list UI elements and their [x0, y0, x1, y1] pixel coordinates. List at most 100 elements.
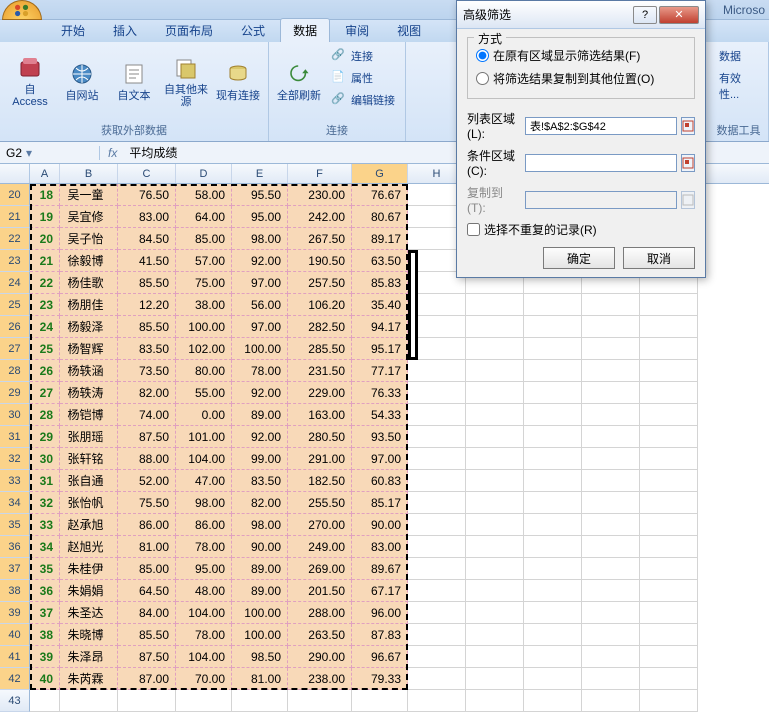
cell[interactable]: 32 [30, 492, 60, 514]
cell[interactable] [640, 360, 698, 382]
list-range-picker[interactable] [681, 117, 695, 135]
cell[interactable] [408, 514, 466, 536]
cell[interactable]: 86.00 [176, 514, 232, 536]
cell[interactable]: 朱娟娟 [60, 580, 118, 602]
cell[interactable] [466, 382, 524, 404]
cell[interactable] [582, 426, 640, 448]
row-header-41[interactable]: 41 [0, 646, 30, 668]
cell[interactable]: 182.50 [288, 470, 352, 492]
radio-filter-inplace[interactable] [476, 49, 489, 62]
cell[interactable]: 80.00 [176, 360, 232, 382]
cell[interactable]: 84.50 [118, 228, 176, 250]
cell[interactable]: 90.00 [352, 514, 408, 536]
col-header-G[interactable]: G [352, 164, 408, 183]
cell[interactable] [466, 668, 524, 690]
tab-formulas[interactable]: 公式 [228, 18, 278, 42]
cell[interactable]: 76.33 [352, 382, 408, 404]
cell[interactable] [408, 360, 466, 382]
cell[interactable]: 36 [30, 580, 60, 602]
cell[interactable]: 190.50 [288, 250, 352, 272]
cell[interactable]: 93.50 [352, 426, 408, 448]
cell[interactable]: 54.33 [352, 404, 408, 426]
tab-review[interactable]: 审阅 [332, 18, 382, 42]
cell[interactable]: 35 [30, 558, 60, 580]
cell[interactable]: 78.00 [232, 360, 288, 382]
cell[interactable] [524, 558, 582, 580]
cell[interactable]: 朱芮霖 [60, 668, 118, 690]
cell[interactable] [582, 602, 640, 624]
cell[interactable] [408, 580, 466, 602]
cell[interactable]: 257.50 [288, 272, 352, 294]
cell[interactable]: 33 [30, 514, 60, 536]
cell[interactable]: 38.00 [176, 294, 232, 316]
cell[interactable] [232, 690, 288, 712]
cell[interactable] [408, 668, 466, 690]
cell[interactable]: 285.50 [288, 338, 352, 360]
cell[interactable]: 30 [30, 448, 60, 470]
row-header-23[interactable]: 23 [0, 250, 30, 272]
dropdown-icon[interactable]: ▾ [26, 146, 32, 160]
cell[interactable] [466, 558, 524, 580]
cell[interactable] [640, 580, 698, 602]
cell[interactable]: 60.83 [352, 470, 408, 492]
cell[interactable]: 89.00 [232, 404, 288, 426]
cell[interactable]: 89.00 [232, 558, 288, 580]
tab-view[interactable]: 视图 [384, 18, 434, 42]
row-header-28[interactable]: 28 [0, 360, 30, 382]
cell[interactable] [582, 338, 640, 360]
cell[interactable]: 39 [30, 646, 60, 668]
cell[interactable]: 74.00 [118, 404, 176, 426]
cell[interactable]: 97.00 [232, 272, 288, 294]
cell[interactable]: 87.50 [118, 646, 176, 668]
cell[interactable]: 26 [30, 360, 60, 382]
cell[interactable]: 100.00 [232, 338, 288, 360]
cell[interactable] [288, 690, 352, 712]
cell[interactable]: 63.50 [352, 250, 408, 272]
cell[interactable]: 22 [30, 272, 60, 294]
cell[interactable] [408, 492, 466, 514]
cell[interactable]: 48.00 [176, 580, 232, 602]
cell[interactable]: 201.50 [288, 580, 352, 602]
cell[interactable]: 270.00 [288, 514, 352, 536]
cell[interactable]: 张朋瑶 [60, 426, 118, 448]
cell[interactable]: 27 [30, 382, 60, 404]
row-header-42[interactable]: 42 [0, 668, 30, 690]
row-header-30[interactable]: 30 [0, 404, 30, 426]
cell[interactable]: 280.50 [288, 426, 352, 448]
cell[interactable]: 92.00 [232, 382, 288, 404]
row-header-22[interactable]: 22 [0, 228, 30, 250]
col-header-E[interactable]: E [232, 164, 288, 183]
cell[interactable]: 47.00 [176, 470, 232, 492]
cell[interactable] [466, 404, 524, 426]
btn-validity[interactable]: 有效性... [715, 68, 762, 104]
unique-records-checkbox[interactable] [467, 223, 480, 236]
cell[interactable]: 92.00 [232, 426, 288, 448]
cell[interactable]: 255.50 [288, 492, 352, 514]
name-box[interactable]: G2▾ [0, 146, 100, 160]
dialog-close-button[interactable]: ✕ [659, 6, 699, 24]
row-header-21[interactable]: 21 [0, 206, 30, 228]
row-header-43[interactable]: 43 [0, 690, 30, 712]
cell[interactable] [466, 536, 524, 558]
cell[interactable]: 吴子怡 [60, 228, 118, 250]
cell[interactable]: 229.00 [288, 382, 352, 404]
cell[interactable]: 95.00 [176, 558, 232, 580]
cell[interactable] [582, 448, 640, 470]
cell[interactable] [466, 646, 524, 668]
tab-home[interactable]: 开始 [48, 18, 98, 42]
cell[interactable] [640, 668, 698, 690]
cell[interactable] [60, 690, 118, 712]
cell[interactable] [582, 492, 640, 514]
cell[interactable]: 83.00 [118, 206, 176, 228]
cell[interactable]: 267.50 [288, 228, 352, 250]
cell[interactable]: 徐毅博 [60, 250, 118, 272]
btn-from-web[interactable]: 自网站 [58, 46, 106, 116]
cell[interactable] [524, 646, 582, 668]
cell[interactable] [524, 448, 582, 470]
cell[interactable]: 104.00 [176, 602, 232, 624]
row-header-27[interactable]: 27 [0, 338, 30, 360]
cell[interactable]: 64.50 [118, 580, 176, 602]
cell[interactable]: 83.00 [352, 536, 408, 558]
cell[interactable]: 269.00 [288, 558, 352, 580]
cell[interactable]: 23 [30, 294, 60, 316]
